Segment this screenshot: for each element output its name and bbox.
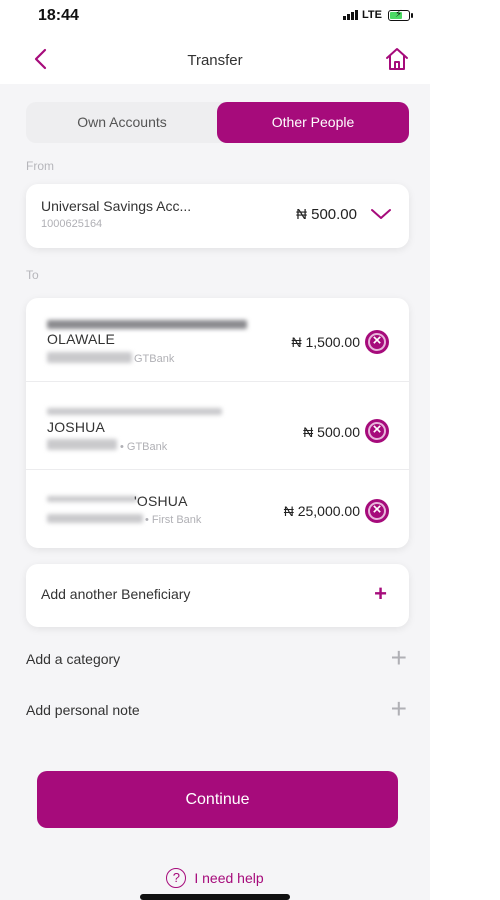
redacted-name (47, 496, 137, 502)
battery-icon: ⚡ (388, 9, 413, 21)
home-icon (386, 48, 408, 70)
home-indicator (140, 894, 290, 900)
beneficiary-name: JOSHUA (47, 419, 105, 435)
transfer-screen: 18:44 LTE ⚡ Transfer Own Accounts Other … (0, 0, 430, 900)
add-note-button[interactable]: Add personal note + (26, 693, 409, 726)
status-bar: 18:44 LTE ⚡ (0, 0, 430, 36)
beneficiary-bank: • First Bank (145, 514, 202, 526)
plus-icon: + (374, 581, 387, 606)
status-indicators: LTE ⚡ (343, 9, 413, 21)
redacted-account (47, 514, 143, 523)
plus-icon: + (390, 642, 407, 673)
redacted-name (47, 320, 247, 329)
add-beneficiary-label: Add another Beneficiary (41, 586, 191, 602)
plus-icon: + (390, 693, 407, 724)
remove-beneficiary-button[interactable] (365, 499, 389, 523)
remove-beneficiary-button[interactable] (365, 419, 389, 443)
page-title: Transfer (187, 52, 243, 69)
account-name: Universal Savings Acc... (41, 198, 192, 214)
redacted-account (47, 439, 117, 450)
account-number: 1000625164 (41, 218, 103, 230)
home-button[interactable] (384, 46, 410, 72)
nav-header: Transfer (0, 36, 430, 84)
network-type: LTE (362, 9, 382, 21)
beneficiary-bank: GTBank (134, 353, 175, 365)
help-label: I need help (194, 870, 264, 886)
beneficiary-item: OLAWALE GTBank ₦ 1,500.00 (26, 298, 409, 382)
transfer-type-tabs: Own Accounts Other People (26, 102, 409, 143)
add-category-button[interactable]: Add a category + (26, 642, 409, 675)
add-beneficiary-button[interactable]: Add another Beneficiary + (26, 564, 409, 627)
beneficiary-name: OLAWALE (47, 331, 116, 347)
beneficiary-amount: ₦ 25,000.00 (283, 503, 360, 519)
beneficiary-list: OLAWALE GTBank ₦ 1,500.00 JOSHUA • GTBan… (26, 298, 409, 548)
beneficiary-name: 'OSHUA (134, 493, 188, 509)
source-account-selector[interactable]: Universal Savings Acc... 1000625164 ₦ 50… (26, 184, 409, 248)
from-label: From (26, 159, 54, 173)
redacted-account (47, 352, 132, 363)
beneficiary-bank: • GTBank (120, 441, 168, 453)
tab-other-people[interactable]: Other People (217, 102, 409, 143)
account-balance: ₦ 500.00 (296, 206, 357, 223)
redacted-name (47, 408, 222, 415)
add-note-label: Add personal note (26, 702, 140, 718)
beneficiary-amount: ₦ 1,500.00 (291, 334, 361, 350)
status-time: 18:44 (38, 7, 79, 24)
to-label: To (26, 268, 39, 282)
beneficiary-item: JOSHUA • GTBank ₦ 500.00 (26, 386, 409, 470)
question-icon: ? (166, 868, 187, 888)
tab-own-accounts[interactable]: Own Accounts (26, 102, 218, 143)
remove-beneficiary-button[interactable] (365, 330, 389, 354)
add-category-label: Add a category (26, 651, 121, 667)
beneficiary-item: 'OSHUA • First Bank ₦ 25,000.00 (26, 474, 409, 548)
continue-button[interactable]: Continue (37, 771, 398, 828)
chevron-down-icon (371, 209, 391, 219)
signal-icon (343, 10, 359, 20)
beneficiary-amount: ₦ 500.00 (303, 424, 360, 440)
help-link[interactable]: ? I need help (0, 868, 430, 888)
